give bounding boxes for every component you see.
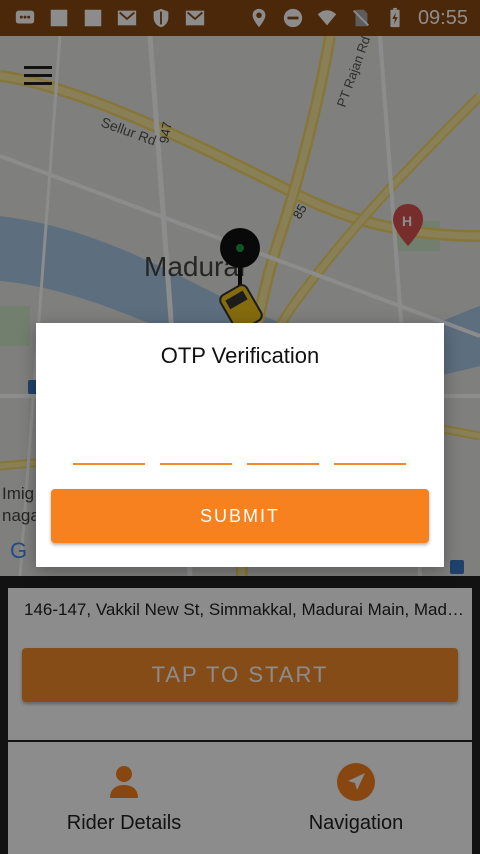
otp-dialog: OTP Verification SUBMIT: [36, 323, 444, 567]
otp-digit-2[interactable]: [160, 433, 232, 465]
submit-button[interactable]: SUBMIT: [51, 489, 429, 543]
otp-inputs: [73, 433, 406, 465]
otp-digit-3[interactable]: [247, 433, 319, 465]
otp-digit-4[interactable]: [334, 433, 406, 465]
dialog-title: OTP Verification: [160, 343, 320, 368]
otp-digit-1[interactable]: [73, 433, 145, 465]
